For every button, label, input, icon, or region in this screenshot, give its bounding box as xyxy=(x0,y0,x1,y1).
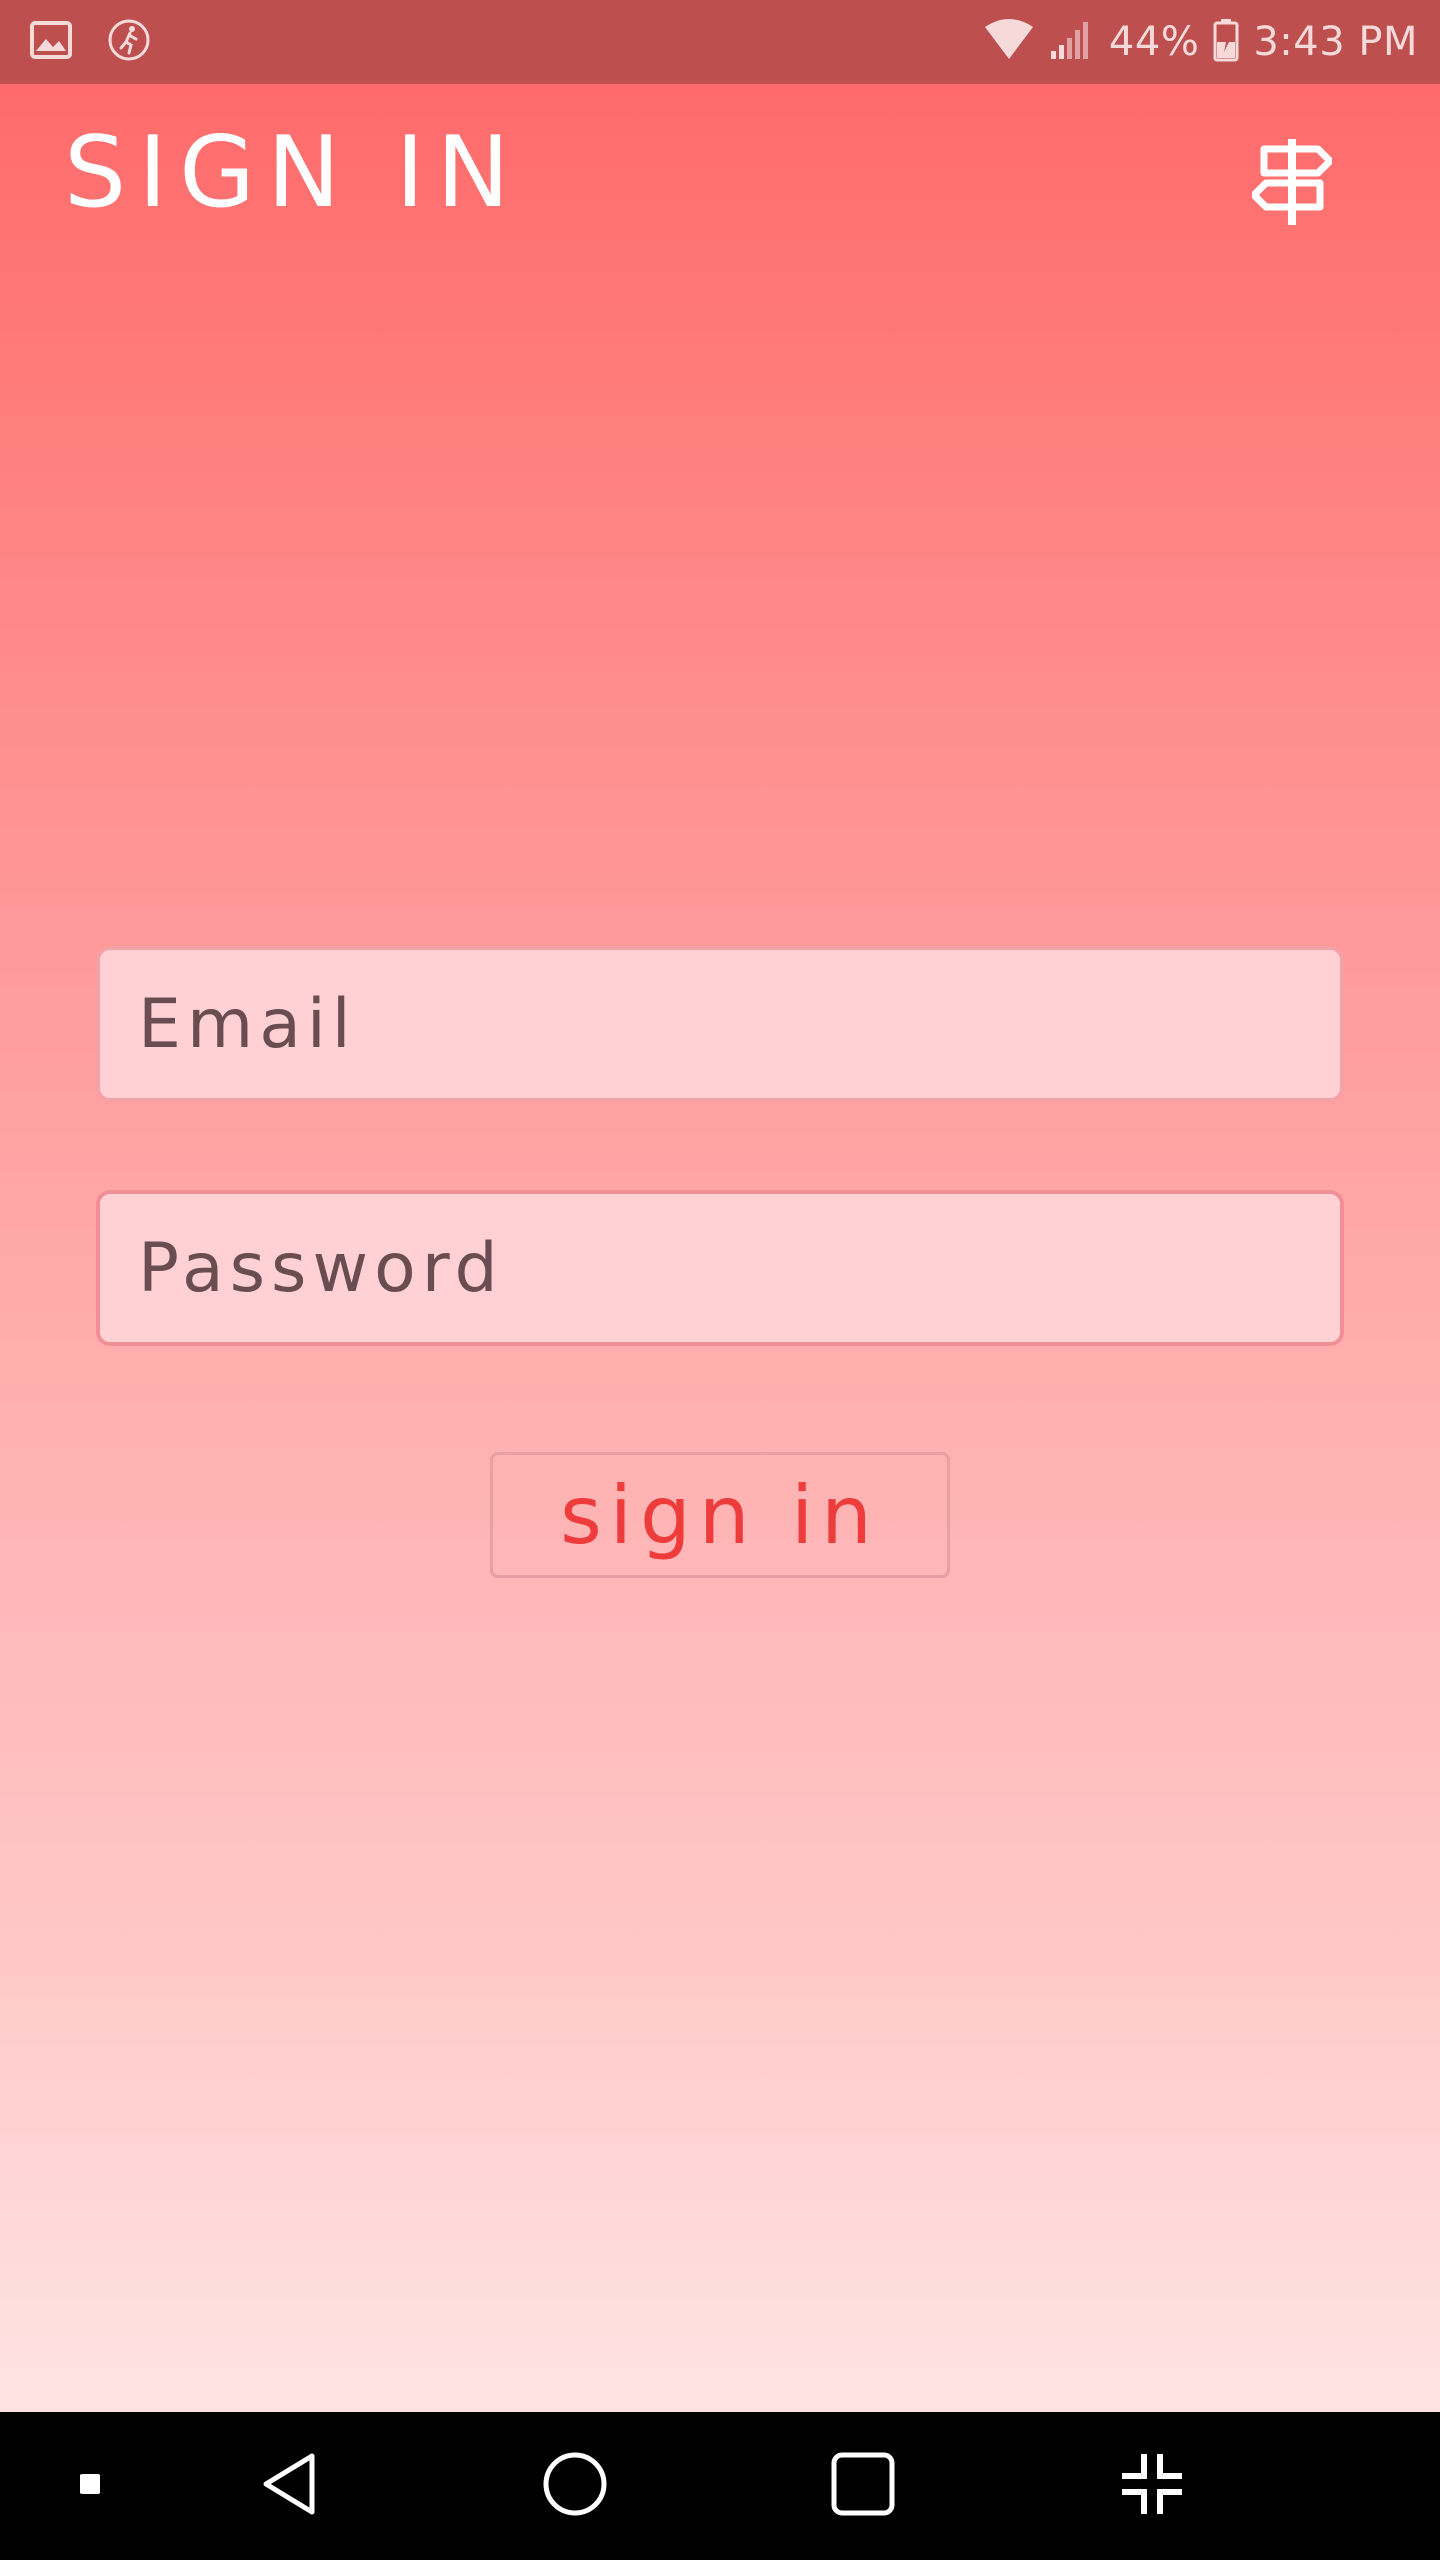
recents-icon xyxy=(831,2452,895,2520)
back-button[interactable] xyxy=(250,2446,330,2526)
password-input[interactable] xyxy=(100,1194,1340,1342)
status-time: 3:43 PM xyxy=(1253,19,1418,65)
menu-dot-button[interactable] xyxy=(70,2458,110,2514)
signpost-icon xyxy=(1250,137,1334,231)
wifi-icon xyxy=(983,19,1035,65)
home-icon xyxy=(542,2451,608,2521)
back-icon xyxy=(260,2452,320,2520)
signal-icon xyxy=(1049,19,1095,65)
status-right: 44% 3:43 PM xyxy=(969,18,1418,66)
home-button[interactable] xyxy=(535,2446,615,2526)
status-left xyxy=(30,17,186,67)
battery-charging-icon xyxy=(1213,18,1239,66)
email-field-container xyxy=(96,946,1344,1102)
exit-fullscreen-button[interactable] xyxy=(1112,2446,1192,2526)
status-bar: 44% 3:43 PM xyxy=(0,0,1440,84)
exit-fullscreen-icon xyxy=(1120,2452,1184,2520)
menu-dot-icon xyxy=(80,2474,100,2498)
password-field-container xyxy=(96,1190,1344,1346)
recents-button[interactable] xyxy=(823,2446,903,2526)
signpost-button[interactable] xyxy=(1240,132,1344,236)
sign-in-button[interactable]: sign in xyxy=(490,1452,950,1578)
navigation-bar xyxy=(0,2412,1440,2560)
page-title: SIGN IN xyxy=(64,116,522,230)
app-header: SIGN IN xyxy=(0,84,1440,274)
battery-percent: 44% xyxy=(1108,19,1200,65)
activity-icon xyxy=(106,17,152,67)
email-input[interactable] xyxy=(100,950,1340,1098)
gallery-icon xyxy=(30,21,72,63)
